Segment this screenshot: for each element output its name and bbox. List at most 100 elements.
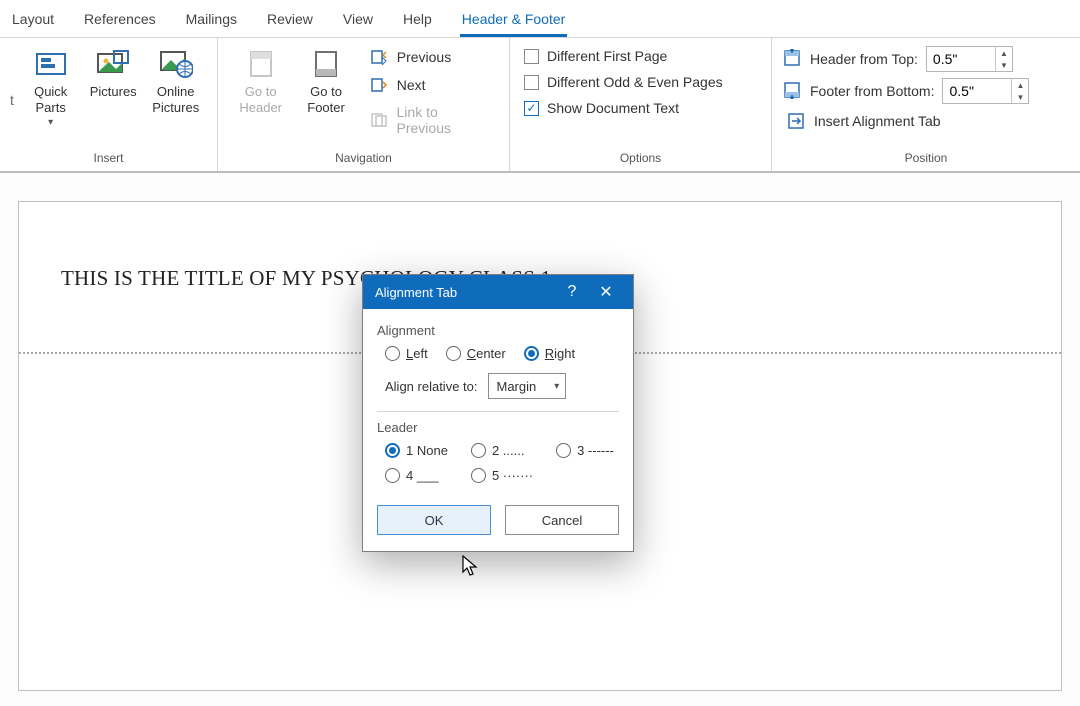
group-insert: t Quick Parts ▾ Pictures Online Pictures [0, 38, 218, 171]
header-top-icon [782, 49, 802, 70]
header-top-spinner[interactable]: ▲▼ [926, 46, 1013, 72]
group-options: Different First Page Different Odd & Eve… [510, 38, 772, 171]
quick-parts-label: Quick Parts [34, 84, 67, 115]
show-document-text-checkbox[interactable]: Show Document Text [520, 98, 727, 118]
dialog-close-button[interactable]: ✕ [589, 282, 623, 302]
online-pictures-button[interactable]: Online Pictures [144, 44, 207, 119]
leader-1-label: 1 None [406, 443, 448, 458]
tab-help[interactable]: Help [401, 3, 434, 37]
tab-review[interactable]: Review [265, 3, 315, 37]
edge-truncated-label: t [10, 44, 19, 108]
next-button[interactable]: Next [365, 74, 499, 96]
footer-bottom-input[interactable] [943, 79, 1011, 103]
align-right-radio[interactable]: Right [524, 346, 575, 361]
previous-label: Previous [397, 49, 451, 65]
group-options-label: Options [520, 147, 761, 171]
previous-button[interactable]: Previous [365, 46, 499, 68]
radio-icon [471, 468, 486, 483]
chevron-down-icon: ▾ [554, 381, 559, 392]
footer-bottom-label: Footer from Bottom: [810, 83, 934, 99]
ribbon: t Quick Parts ▾ Pictures Online Pictures [0, 38, 1080, 173]
previous-icon [369, 48, 389, 66]
spin-up-icon[interactable]: ▲ [996, 47, 1012, 59]
diff-odd-even-checkbox[interactable]: Different Odd & Even Pages [520, 72, 727, 92]
quick-parts-button[interactable]: Quick Parts ▾ [19, 44, 82, 133]
align-left-radio[interactable]: Left [385, 346, 428, 361]
goto-header-icon [244, 48, 278, 80]
spin-down-icon[interactable]: ▼ [1012, 91, 1028, 103]
checkbox-checked-icon [524, 101, 539, 116]
leader-4-radio[interactable]: 4 ___ [385, 468, 453, 483]
link-to-previous-label: Link to Previous [397, 104, 495, 136]
goto-footer-label: Go to Footer [307, 84, 345, 115]
leader-5-radio[interactable]: 5 ······· [471, 468, 538, 483]
leader-4-label: 4 ___ [406, 468, 439, 483]
align-center-label: Center [467, 346, 506, 361]
link-to-previous-button[interactable]: Link to Previous [365, 102, 499, 138]
align-right-label: Right [545, 346, 575, 361]
align-relative-label: Align relative to: [385, 379, 478, 394]
tab-mailings[interactable]: Mailings [184, 3, 239, 37]
group-position: Header from Top: ▲▼ Footer from Bottom: … [772, 38, 1080, 171]
goto-header-label: Go to Header [239, 84, 282, 115]
next-icon [369, 76, 389, 94]
footer-bottom-spinner[interactable]: ▲▼ [942, 78, 1029, 104]
pictures-icon [96, 48, 130, 80]
spin-down-icon[interactable]: ▼ [996, 59, 1012, 71]
leader-fieldset-label: Leader [377, 420, 619, 435]
leader-2-label: 2 ...... [492, 443, 525, 458]
spin-up-icon[interactable]: ▲ [1012, 79, 1028, 91]
radio-icon [385, 346, 400, 361]
tab-header-footer[interactable]: Header & Footer [460, 3, 568, 37]
alignment-fieldset-label: Alignment [377, 323, 619, 338]
pictures-label: Pictures [90, 84, 137, 100]
leader-1-radio[interactable]: 1 None [385, 443, 453, 458]
diff-first-page-checkbox[interactable]: Different First Page [520, 46, 727, 66]
dialog-titlebar[interactable]: Alignment Tab ? ✕ [363, 275, 633, 309]
group-navigation-label: Navigation [228, 147, 499, 171]
diff-odd-even-label: Different Odd & Even Pages [547, 74, 723, 90]
next-label: Next [397, 77, 426, 93]
insert-alignment-tab-button[interactable]: Insert Alignment Tab [782, 110, 1029, 132]
align-relative-value: Margin [497, 379, 537, 394]
checkbox-icon [524, 49, 539, 64]
group-navigation: Go to Header Go to Footer Previous [218, 38, 510, 171]
quick-parts-icon [34, 48, 68, 80]
chevron-down-icon: ▾ [48, 117, 53, 129]
leader-5-label: 5 ······· [492, 468, 533, 483]
radio-icon [446, 346, 461, 361]
goto-footer-button[interactable]: Go to Footer [293, 44, 358, 119]
radio-selected-icon [385, 443, 400, 458]
goto-header-button[interactable]: Go to Header [228, 44, 293, 119]
align-center-radio[interactable]: Center [446, 346, 506, 361]
header-top-input[interactable] [927, 47, 995, 71]
cancel-button[interactable]: Cancel [505, 505, 619, 535]
dialog-title: Alignment Tab [375, 285, 555, 300]
checkbox-icon [524, 75, 539, 90]
dialog-help-button[interactable]: ? [555, 283, 589, 301]
radio-icon [556, 443, 571, 458]
tab-view[interactable]: View [341, 3, 375, 37]
tab-references[interactable]: References [82, 3, 158, 37]
radio-icon [385, 468, 400, 483]
ok-button[interactable]: OK [377, 505, 491, 535]
insert-alignment-tab-label: Insert Alignment Tab [814, 113, 941, 129]
link-to-previous-icon [369, 111, 389, 129]
group-insert-label: Insert [10, 147, 207, 171]
alignment-tab-icon [786, 112, 806, 130]
tab-layout[interactable]: Layout [10, 3, 56, 37]
group-position-label: Position [782, 147, 1070, 171]
online-pictures-icon [159, 48, 193, 80]
show-document-text-label: Show Document Text [547, 100, 679, 116]
footer-bottom-icon [782, 81, 802, 102]
leader-3-radio[interactable]: 3 ------ [556, 443, 619, 458]
goto-footer-icon [309, 48, 343, 80]
header-top-label: Header from Top: [810, 51, 918, 67]
online-pictures-label: Online Pictures [152, 84, 199, 115]
radio-selected-icon [524, 346, 539, 361]
leader-3-label: 3 ------ [577, 443, 614, 458]
pictures-button[interactable]: Pictures [82, 44, 145, 104]
align-left-label: Left [406, 346, 428, 361]
leader-2-radio[interactable]: 2 ...... [471, 443, 538, 458]
align-relative-select[interactable]: Margin ▾ [488, 373, 567, 399]
